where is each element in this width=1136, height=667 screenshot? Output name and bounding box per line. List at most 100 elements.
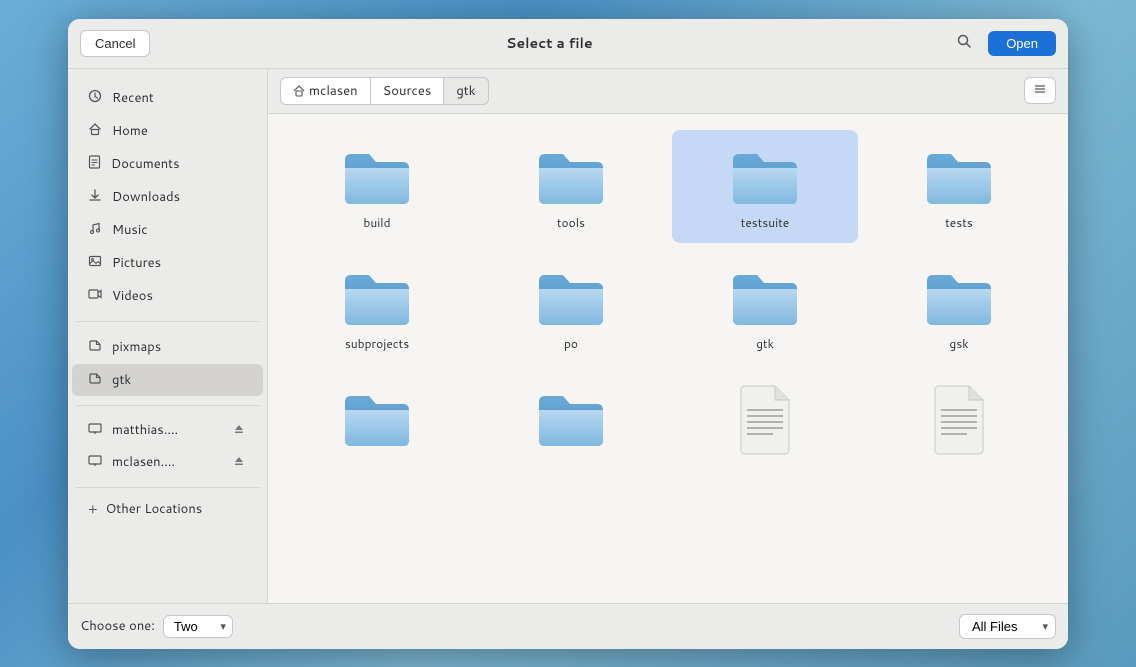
file-tools-label: tools xyxy=(557,214,585,231)
file-item-tools[interactable]: tools xyxy=(478,130,664,243)
file-item-gsk[interactable]: gsk xyxy=(866,251,1052,364)
choose-one-label: Choose one: xyxy=(80,617,155,635)
breadcrumb-item-sources[interactable]: Sources xyxy=(370,77,444,105)
breadcrumb-item-gtk[interactable]: gtk xyxy=(443,77,488,105)
sidebar-item-videos-label: Videos xyxy=(112,287,153,305)
sidebar-divider-1 xyxy=(76,321,259,322)
file-build-label: build xyxy=(363,214,390,231)
sidebar-item-recent-label: Recent xyxy=(112,89,154,107)
sidebar-item-gtk[interactable]: gtk xyxy=(72,364,263,396)
device-mclasen-left: mclasen.… xyxy=(88,453,175,472)
search-button[interactable] xyxy=(948,29,980,58)
folder-icon-po xyxy=(535,263,607,327)
dialog-footer: Choose one: Two One Three All Files Text… xyxy=(68,603,1068,649)
file-item-build[interactable]: build xyxy=(284,130,470,243)
folder-icon-subprojects xyxy=(341,263,413,327)
home-icon xyxy=(88,121,102,141)
sidebar-item-downloads-label: Downloads xyxy=(112,188,180,206)
downloads-icon xyxy=(88,187,102,207)
sidebar-divider-3 xyxy=(76,487,259,488)
file-item-gtk2[interactable]: gtk xyxy=(672,251,858,364)
music-icon xyxy=(88,220,102,240)
footer-type-chooser: Choose one: Two One Three xyxy=(80,615,233,638)
breadcrumb-bar: mclasen Sources gtk xyxy=(268,69,1068,114)
list-view-icon xyxy=(1033,82,1047,96)
folder-icon-tests xyxy=(923,142,995,206)
filter-select[interactable]: All Files Text Files Images xyxy=(959,614,1056,639)
folder-icon-9 xyxy=(341,384,413,448)
file-chooser-dialog: Cancel Select a file Open Recent xyxy=(68,19,1068,649)
file-item-doc1[interactable] xyxy=(672,372,858,476)
mclasen-device-icon xyxy=(88,453,102,472)
pixmaps-icon xyxy=(88,337,102,357)
breadcrumb-gtk-label: gtk xyxy=(456,82,475,100)
sidebar: Recent Home Documents xyxy=(68,69,268,603)
file-item-doc2[interactable] xyxy=(866,372,1052,476)
matthias-device-label: matthias.… xyxy=(112,421,178,439)
file-item-tests[interactable]: tests xyxy=(866,130,1052,243)
sidebar-item-pictures-label: Pictures xyxy=(112,254,161,272)
file-item-folder10[interactable] xyxy=(478,372,664,476)
dialog-body: Recent Home Documents xyxy=(68,69,1068,603)
sidebar-bookmarks-section: pixmaps gtk xyxy=(68,326,267,401)
main-content: mclasen Sources gtk xyxy=(268,69,1068,603)
open-button[interactable]: Open xyxy=(988,31,1056,56)
eject-icon-2 xyxy=(233,455,245,467)
sidebar-item-pictures[interactable]: Pictures xyxy=(72,247,263,279)
file-testsuite-label: testsuite xyxy=(741,214,789,231)
sidebar-item-downloads[interactable]: Downloads xyxy=(72,181,263,213)
videos-icon xyxy=(88,286,102,306)
eject-icon xyxy=(233,423,245,435)
dialog-title: Select a file xyxy=(506,33,593,53)
sidebar-device-mclasen[interactable]: mclasen.… xyxy=(72,447,263,478)
doc-icon-1 xyxy=(733,384,797,456)
recent-icon xyxy=(88,88,102,108)
home-breadcrumb-icon xyxy=(293,85,305,97)
sidebar-devices-section: matthias.… mclasen.… xyxy=(68,410,267,483)
sidebar-item-documents[interactable]: Documents xyxy=(72,148,263,180)
pictures-icon xyxy=(88,253,102,273)
file-tests-label: tests xyxy=(945,214,972,231)
file-item-testsuite[interactable]: testsuite xyxy=(672,130,858,243)
folder-icon-testsuite xyxy=(729,142,801,206)
gtk-bookmark-icon xyxy=(88,370,102,390)
filter-select-wrapper: All Files Text Files Images xyxy=(959,614,1056,639)
folder-icon-gsk xyxy=(923,263,995,327)
breadcrumb-sources-label: Sources xyxy=(383,82,432,100)
file-item-subprojects[interactable]: subprojects xyxy=(284,251,470,364)
device-matthias-left: matthias.… xyxy=(88,421,178,440)
type-select[interactable]: Two One Three xyxy=(163,615,233,638)
folder-icon-gtk2 xyxy=(729,263,801,327)
folder-icon-build xyxy=(341,142,413,206)
list-view-button[interactable] xyxy=(1024,77,1056,104)
sidebar-device-matthias[interactable]: matthias.… xyxy=(72,415,263,446)
sidebar-item-other-locations[interactable]: + Other Locations xyxy=(72,493,263,525)
sidebar-item-videos[interactable]: Videos xyxy=(72,280,263,312)
sidebar-item-gtk-label: gtk xyxy=(112,371,131,389)
sidebar-other-locations-label: Other Locations xyxy=(106,500,203,518)
matthias-device-icon xyxy=(88,421,102,440)
breadcrumb-item-mclasen[interactable]: mclasen xyxy=(280,77,370,105)
matthias-eject-button[interactable] xyxy=(231,423,247,438)
mclasen-eject-button[interactable] xyxy=(231,455,247,470)
file-grid: build xyxy=(268,114,1068,603)
documents-icon xyxy=(88,154,101,174)
sidebar-item-home[interactable]: Home xyxy=(72,115,263,147)
sidebar-item-recent[interactable]: Recent xyxy=(72,82,263,114)
sidebar-divider-2 xyxy=(76,405,259,406)
dialog-header: Cancel Select a file Open xyxy=(68,19,1068,69)
file-subprojects-label: subprojects xyxy=(345,335,409,352)
breadcrumb-mclasen-label: mclasen xyxy=(309,82,358,100)
file-item-po[interactable]: po xyxy=(478,251,664,364)
folder-icon-10 xyxy=(535,384,607,448)
file-gtk2-label: gtk xyxy=(756,335,774,352)
file-item-folder9[interactable] xyxy=(284,372,470,476)
folder-icon-tools xyxy=(535,142,607,206)
header-actions: Open xyxy=(948,29,1056,58)
sidebar-places-section: Recent Home Documents xyxy=(68,77,267,317)
sidebar-item-music[interactable]: Music xyxy=(72,214,263,246)
sidebar-item-music-label: Music xyxy=(112,221,148,239)
mclasen-device-label: mclasen.… xyxy=(112,453,175,471)
cancel-button[interactable]: Cancel xyxy=(80,30,150,57)
sidebar-item-pixmaps[interactable]: pixmaps xyxy=(72,331,263,363)
